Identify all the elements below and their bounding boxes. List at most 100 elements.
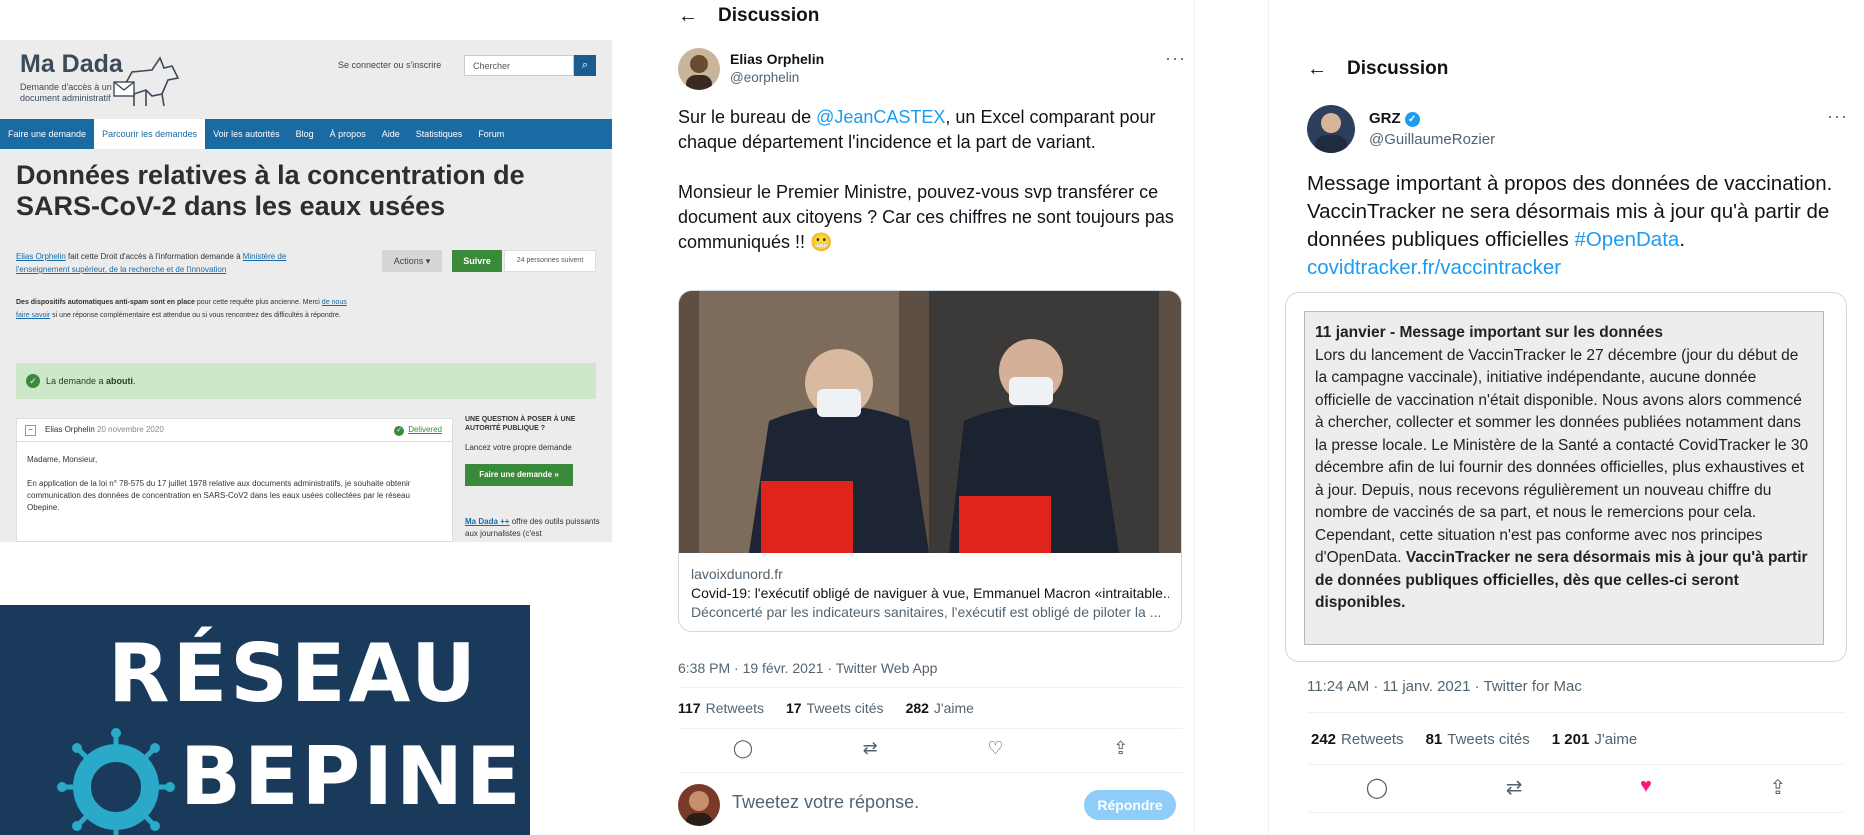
back-arrow-icon[interactable]: ←: [678, 5, 718, 28]
caret-down-icon: ▾: [425, 256, 431, 266]
announcement-heading: 11 janvier - Message important sur les d…: [1315, 324, 1664, 341]
tweet-grz: ← Discussion GRZ ✓ @GuillaumeRozier ··· M…: [1268, 0, 1864, 835]
actions-dropdown[interactable]: Actions ▾: [382, 250, 442, 272]
status-prefix: La demande a: [46, 376, 107, 386]
grimace-emoji-icon: 😬: [810, 232, 833, 252]
share-icon[interactable]: ⇪: [1769, 775, 1786, 800]
display-name[interactable]: GRZ ✓: [1369, 110, 1420, 127]
nav-item-parcourir[interactable]: Parcourir les demandes: [94, 119, 206, 149]
like-icon[interactable]: ♥: [1640, 775, 1652, 800]
nav-item-apropos[interactable]: À propos: [322, 119, 374, 149]
reply-icon[interactable]: ◯: [733, 738, 753, 759]
donkey-logo-icon: [113, 56, 180, 107]
message-date: 20 novembre 2020: [97, 425, 164, 434]
make-request-button[interactable]: Faire une demande »: [465, 464, 573, 486]
user-handle[interactable]: @GuillaumeRozier: [1369, 131, 1495, 148]
message-card: − Elias Orphelin 20 novembre 2020 ✓ Deliv…: [16, 418, 453, 542]
verified-badge-icon: ✓: [1404, 112, 1420, 127]
likes-label: J'aime: [933, 700, 974, 716]
url-link[interactable]: covidtracker.fr/vaccintracker: [1307, 256, 1561, 279]
nav-item-faire-demande[interactable]: Faire une demande: [0, 119, 94, 149]
card-domain: lavoixdunord.fr: [691, 566, 783, 582]
retweet-icon[interactable]: ⇄: [863, 738, 878, 759]
reply-button[interactable]: Répondre: [1084, 790, 1176, 820]
quotes-stat[interactable]: 17 Tweets cités: [786, 700, 884, 716]
hashtag-link[interactable]: #OpenData: [1574, 228, 1679, 251]
link-card[interactable]: lavoixdunord.fr Covid-19: l'exécutif obl…: [678, 290, 1182, 632]
virus-icon: [57, 728, 175, 835]
discussion-title: Discussion: [1347, 58, 1449, 79]
status-suffix: .: [133, 376, 136, 386]
more-options-icon[interactable]: ···: [1827, 106, 1848, 127]
collapse-icon[interactable]: −: [25, 425, 36, 436]
request-text: fait cette Droit d'accès à l'information…: [65, 252, 243, 261]
retweet-icon[interactable]: ⇄: [1506, 775, 1523, 800]
share-icon[interactable]: ⇪: [1113, 738, 1128, 759]
user-handle[interactable]: @eorphelin: [730, 70, 799, 85]
quotes-count: 17: [785, 700, 802, 716]
retweets-label: Retweets: [705, 700, 764, 716]
reply-input[interactable]: Tweetez votre réponse.: [732, 792, 919, 813]
back-arrow-icon[interactable]: ←: [1307, 58, 1347, 81]
tweet-elias: ← Discussion Elias Orphelin @eorphelin ·…: [660, 0, 1195, 835]
search-icon: ⌕: [581, 59, 589, 71]
tweet-stats: 242 Retweets 81 Tweets cités 1 201 J'aime: [1311, 731, 1659, 748]
madada-screenshot: Ma Dada Demande d'accès à un document ad…: [0, 40, 612, 542]
follow-button[interactable]: Suivre: [452, 250, 502, 272]
like-icon[interactable]: ♡: [987, 738, 1003, 759]
message-body: Madame, Monsieur, En application de la l…: [17, 442, 452, 526]
mention-link[interactable]: @JeanCASTEX: [816, 107, 945, 127]
discussion-header: ← Discussion: [678, 2, 819, 30]
message-text: En application de la loi n° 78-575 du 17…: [27, 479, 411, 512]
retweets-stat[interactable]: 117 Retweets: [678, 700, 764, 716]
tweet-actions: ◯ ⇄ ♡ ⇪: [678, 738, 1183, 759]
tweet-meta: 11:24 AM · 11 janv. 2021 · Twitter for M…: [1307, 678, 1582, 695]
nav-item-forum[interactable]: Forum: [470, 119, 512, 149]
avatar[interactable]: [1307, 105, 1355, 153]
message-greeting: Madame, Monsieur,: [27, 455, 98, 464]
antispam-notice: Des dispositifs automatiques anti-spam s…: [16, 296, 356, 322]
check-icon: ✓: [26, 374, 40, 388]
more-options-icon[interactable]: ···: [1165, 48, 1186, 69]
message-author: Elias Orphelin: [45, 425, 95, 434]
likes-stat[interactable]: 282 J'aime: [906, 700, 974, 716]
avatar-image: [1315, 113, 1347, 153]
card-title: Covid-19: l'exécutif obligé de naviguer …: [691, 585, 1169, 601]
nav-item-blog[interactable]: Blog: [288, 119, 322, 149]
divider: [1307, 764, 1845, 765]
quotes-count: 81: [1425, 731, 1443, 748]
likes-count: 1 201: [1551, 731, 1590, 748]
quotes-stat[interactable]: 81 Tweets cités: [1426, 731, 1530, 748]
avatar[interactable]: [678, 48, 720, 90]
nav-item-aide[interactable]: Aide: [374, 119, 408, 149]
image-card[interactable]: 11 janvier - Message important sur les d…: [1285, 292, 1847, 662]
tweet-actions: ◯ ⇄ ♥ ⇪: [1307, 775, 1845, 800]
discussion-title: Discussion: [718, 5, 820, 26]
quotes-label: Tweets cités: [1447, 731, 1530, 748]
login-link[interactable]: Se connecter ou s'inscrire: [338, 60, 441, 70]
check-icon: ✓: [394, 426, 405, 436]
nav-item-autorites[interactable]: Voir les autorités: [205, 119, 288, 149]
madada-logo[interactable]: Ma Dada: [20, 50, 123, 79]
sidebar-launch: Lancez votre propre demande: [465, 443, 572, 452]
retweets-stat[interactable]: 242 Retweets: [1311, 731, 1404, 748]
tweet-text-a: Sur le bureau de: [678, 107, 817, 127]
quotes-label: Tweets cités: [806, 700, 884, 716]
antispam-bold: Des dispositifs automatiques anti-spam s…: [16, 299, 195, 306]
requester-link[interactable]: Elias Orphelin: [16, 252, 66, 261]
search-button[interactable]: ⌕: [574, 55, 596, 76]
obepine-line1: RÉSEAU: [108, 627, 479, 720]
likes-stat[interactable]: 1 201 J'aime: [1552, 731, 1637, 748]
tweet-meta: 6:38 PM · 19 févr. 2021 · Twitter Web Ap…: [678, 660, 938, 676]
announcement-body: Lors du lancement de VaccinTracker le 27…: [1315, 345, 1813, 615]
sidebar-plus: Ma Dada ++ offre des outils puissants au…: [465, 516, 600, 540]
retweets-label: Retweets: [1341, 731, 1404, 748]
reply-icon[interactable]: ◯: [1366, 775, 1388, 800]
divider: [678, 687, 1183, 688]
delivery-status[interactable]: ✓ Delivered: [394, 419, 442, 441]
display-name[interactable]: Elias Orphelin: [730, 51, 824, 67]
madada-plus-link[interactable]: Ma Dada ++: [465, 517, 509, 526]
nav-item-statistiques[interactable]: Statistiques: [408, 119, 471, 149]
search-input[interactable]: Chercher: [464, 55, 574, 76]
card-caption: lavoixdunord.fr Covid-19: l'exécutif obl…: [679, 553, 1181, 622]
